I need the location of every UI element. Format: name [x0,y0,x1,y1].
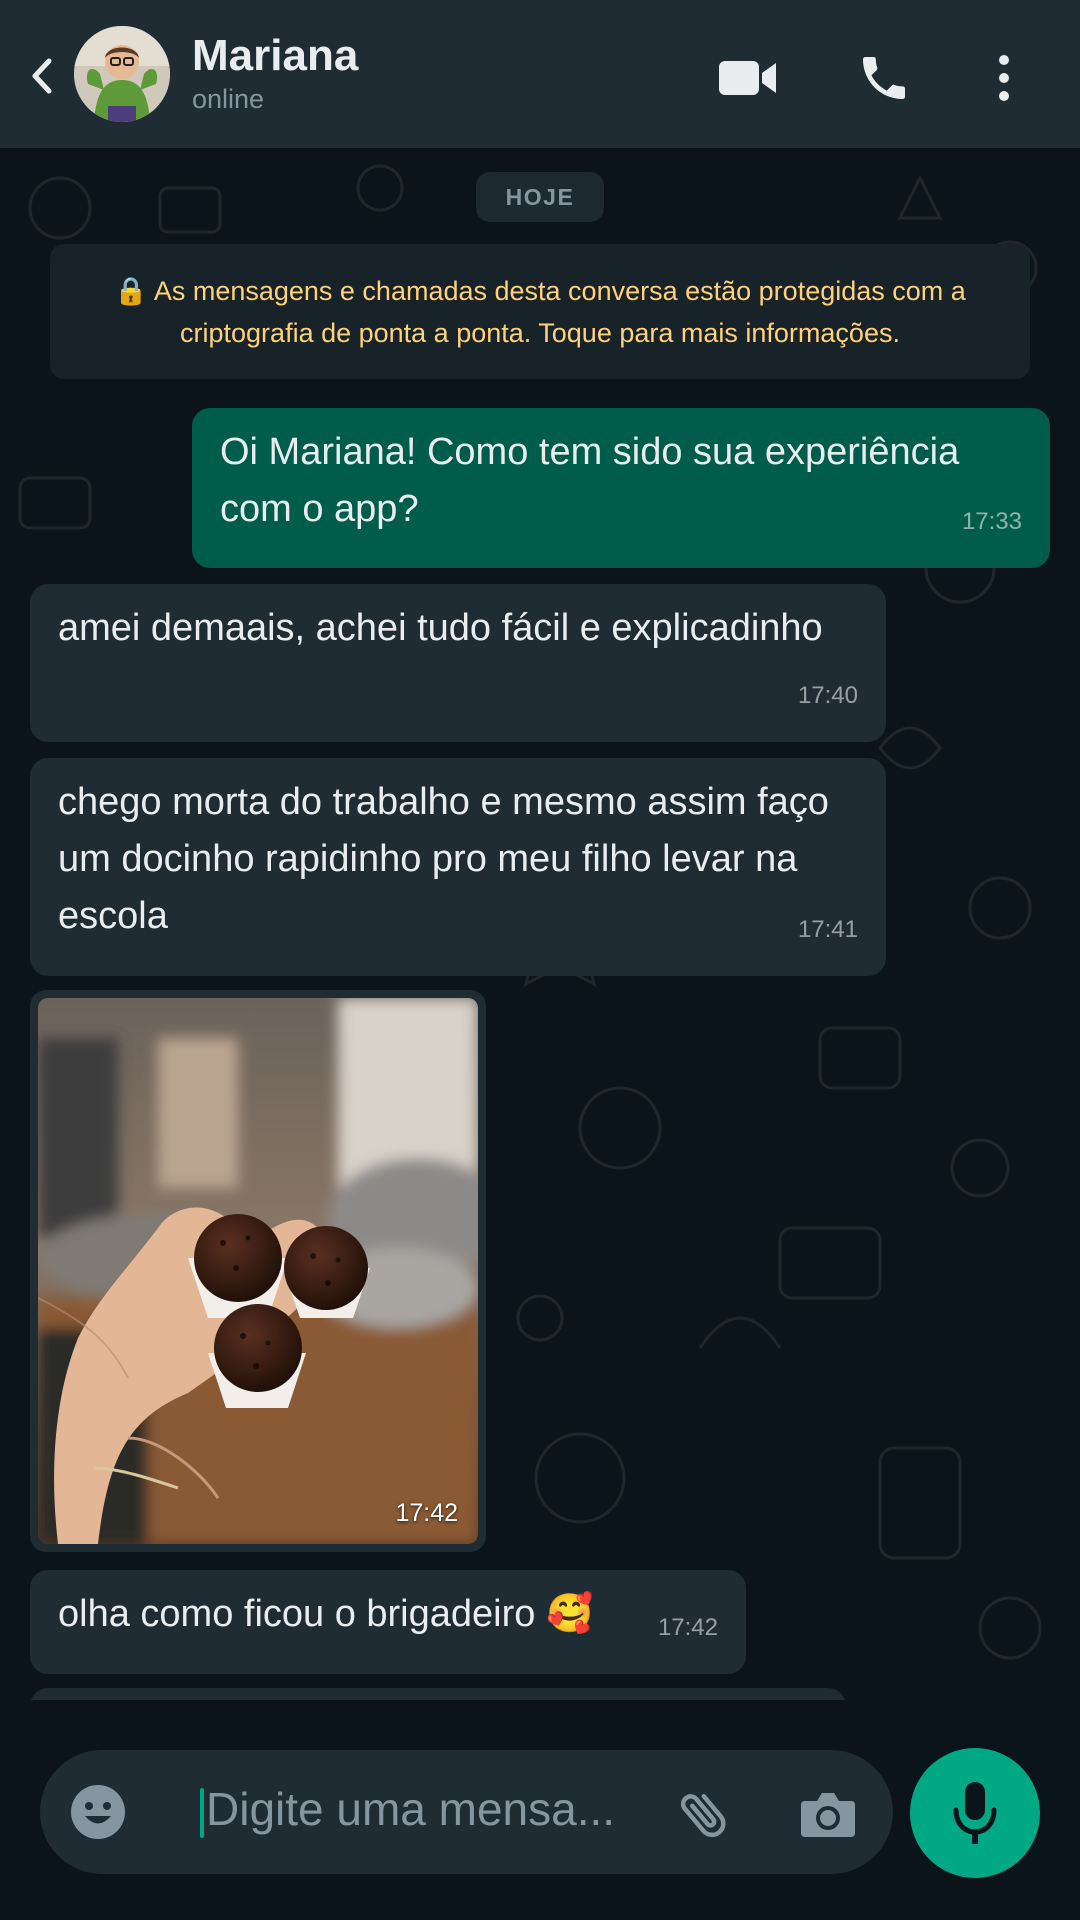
contact-status: online [192,84,265,114]
message-time: 17:40 [797,682,858,709]
chat-header: Mariana online [0,0,1080,148]
message-text: amei demaais, achei tudo fácil e explica… [58,607,823,649]
message-time: 17:41 [797,916,858,943]
microphone-icon [953,1782,997,1844]
text-caret [200,1788,204,1838]
message-bubble-outgoing[interactable]: Oi Mariana! Como tem sido sua experiênci… [192,408,1050,568]
date-separator: HOJE [476,172,604,222]
phone-icon[interactable] [852,46,916,110]
message-text: chego morta do trabalho e mesmo assim fa… [58,781,829,937]
avatar[interactable] [74,26,170,122]
contact-info[interactable]: Mariana online [192,30,358,115]
composer-bar: Digite uma mensa... [0,1700,1080,1920]
message-time: 17:42 [657,1614,718,1641]
back-arrow-icon[interactable] [24,46,60,106]
message-bubble-incoming[interactable]: olha como ficou o brigadeiro 🥰 17:42 [30,1570,746,1674]
encryption-notice[interactable]: 🔒 As mensagens e chamadas desta conversa… [50,244,1030,379]
attach-icon[interactable] [672,1782,736,1846]
brigadeiro-photo[interactable]: 17:42 [38,998,478,1544]
message-bubble-incoming[interactable]: amei demaais, achei tudo fácil e explica… [30,584,886,742]
message-text: olha como ficou o brigadeiro 🥰 [58,1593,594,1635]
contact-name: Mariana [192,31,359,80]
message-bubble-incoming[interactable]: chego morta do trabalho e mesmo assim fa… [30,758,886,976]
message-input[interactable]: Digite uma mensa... [40,1750,893,1874]
image-message[interactable]: 17:42 [30,990,486,1552]
message-time: 17:33 [961,508,1022,535]
emoji-icon[interactable] [68,1782,128,1842]
microphone-button[interactable] [910,1748,1040,1878]
video-call-icon[interactable] [716,46,780,110]
camera-icon[interactable] [796,1782,860,1846]
conversation-area[interactable]: HOJE 🔒 As mensagens e chamadas desta con… [0,148,1080,1700]
message-time: 17:42 [395,1499,458,1527]
message-text: Oi Mariana! Como tem sido sua experiênci… [220,431,960,530]
more-vertical-icon[interactable] [972,46,1036,110]
message-placeholder: Digite uma mensa... [206,1783,616,1835]
message-bubble-incoming-partial[interactable] [30,1688,846,1700]
